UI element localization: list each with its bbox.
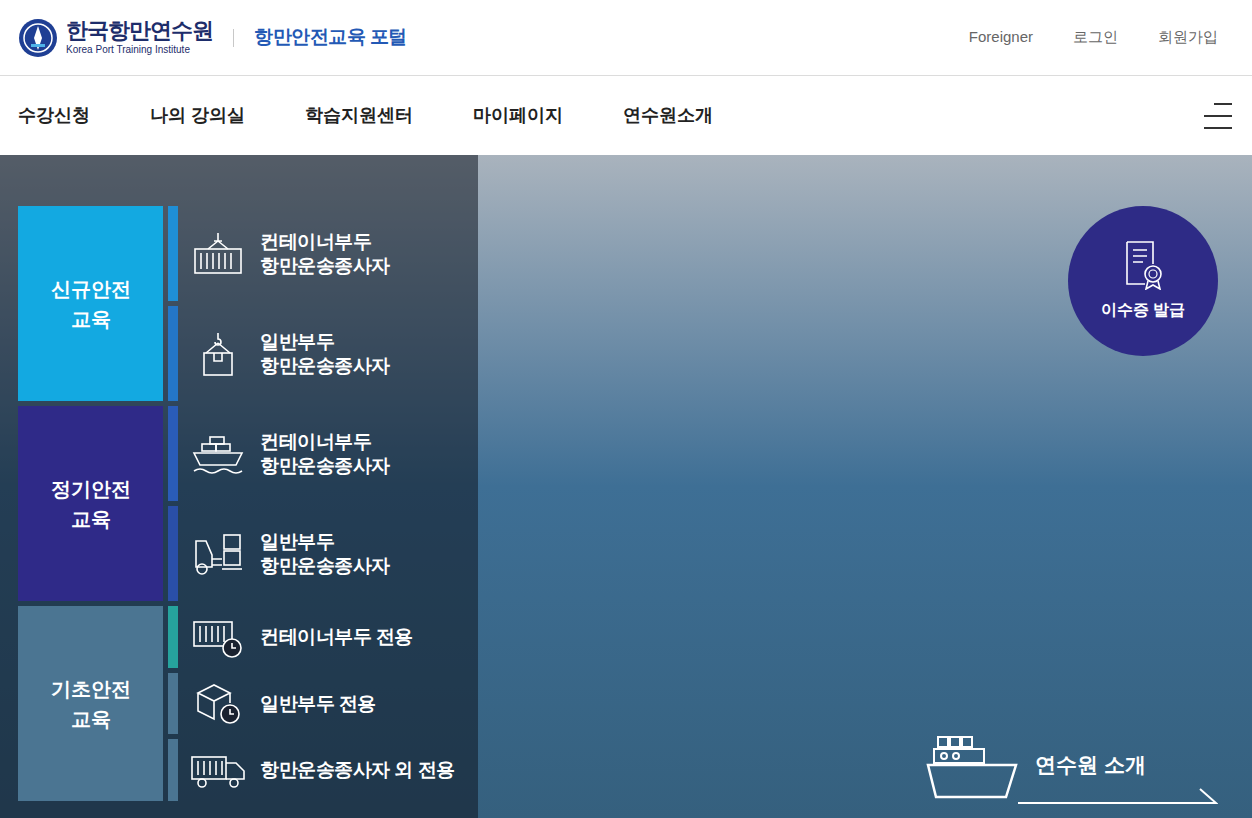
hero: 신규안전교육컨테이너부두항만운송종사자일반부두항만운송종사자정기안전교육컨테이너… — [0, 155, 1252, 818]
item-stripe — [168, 206, 178, 301]
category-group: 정기안전교육컨테이너부두항만운송종사자일반부두항만운송종사자 — [18, 406, 478, 601]
logo-subtitle: Korea Port Training Institute — [66, 45, 213, 55]
nav-item[interactable]: 학습지원센터 — [305, 102, 413, 129]
item-stripe — [168, 306, 178, 401]
item-stripe — [168, 406, 178, 501]
header-links: Foreigner 로그인 회원가입 — [969, 26, 1234, 49]
category-item[interactable]: 일반부두항만운송종사자 — [168, 506, 478, 601]
item-icon — [190, 614, 246, 660]
category-items: 컨테이너부두항만운송종사자일반부두항만운송종사자 — [168, 206, 478, 401]
header-link[interactable]: 로그인 — [1073, 26, 1118, 49]
main-nav: 수강신청 나의 강의실 학습지원센터 마이페이지 연수원소개 — [0, 76, 1252, 155]
category-item[interactable]: 컨테이너부두 전용 — [168, 606, 478, 668]
item-icon — [190, 531, 246, 577]
category-item[interactable]: 일반부두 전용 — [168, 673, 478, 735]
nav-item[interactable]: 마이페이지 — [473, 102, 563, 129]
category-menu: 신규안전교육컨테이너부두항만운송종사자일반부두항만운송종사자정기안전교육컨테이너… — [18, 206, 478, 801]
item-stripe — [168, 506, 178, 601]
item-icon — [190, 331, 246, 377]
certificate-icon — [1123, 240, 1163, 290]
intro-link[interactable]: 연수원 소개 — [926, 735, 1222, 805]
logo[interactable]: 한국항만연수원 Korea Port Training Institute — [18, 18, 213, 58]
category-label[interactable]: 정기안전교육 — [18, 406, 163, 601]
emblem-icon — [18, 18, 58, 58]
item-icon — [190, 681, 246, 727]
ship-icon — [926, 735, 1018, 801]
arrow-line — [1018, 787, 1218, 805]
category-items: 컨테이너부두항만운송종사자일반부두항만운송종사자 — [168, 406, 478, 601]
category-group: 기초안전교육컨테이너부두 전용일반부두 전용항만운송종사자 외 전용 — [18, 606, 478, 801]
category-label[interactable]: 기초안전교육 — [18, 606, 163, 801]
item-stripe — [168, 739, 178, 801]
header: 한국항만연수원 Korea Port Training Institute 항만안… — [0, 0, 1252, 76]
certificate-button[interactable]: 이수증 발급 — [1068, 206, 1218, 356]
category-items: 컨테이너부두 전용일반부두 전용항만운송종사자 외 전용 — [168, 606, 478, 801]
item-icon — [190, 747, 246, 793]
item-stripe — [168, 606, 178, 668]
menu-icon[interactable] — [1202, 102, 1234, 130]
intro-label: 연수원 소개 — [1035, 749, 1146, 781]
category-label[interactable]: 신규안전교육 — [18, 206, 163, 401]
logo-name: 한국항만연수원 — [66, 20, 213, 42]
nav-item[interactable]: 수강신청 — [18, 102, 90, 129]
divider — [233, 29, 234, 47]
portal-title[interactable]: 항만안전교육 포털 — [254, 26, 407, 47]
header-link[interactable]: Foreigner — [969, 26, 1033, 49]
item-stripe — [168, 673, 178, 735]
nav-item[interactable]: 연수원소개 — [623, 102, 713, 129]
category-group: 신규안전교육컨테이너부두항만운송종사자일반부두항만운송종사자 — [18, 206, 478, 401]
category-item[interactable]: 일반부두항만운송종사자 — [168, 306, 478, 401]
category-item[interactable]: 컨테이너부두항만운송종사자 — [168, 206, 478, 301]
item-icon — [190, 431, 246, 477]
header-link[interactable]: 회원가입 — [1158, 26, 1218, 49]
item-icon — [190, 231, 246, 277]
category-item[interactable]: 컨테이너부두항만운송종사자 — [168, 406, 478, 501]
badge-label: 이수증 발급 — [1101, 298, 1185, 322]
category-item[interactable]: 항만운송종사자 외 전용 — [168, 739, 478, 801]
nav-items: 수강신청 나의 강의실 학습지원센터 마이페이지 연수원소개 — [18, 102, 713, 129]
nav-item[interactable]: 나의 강의실 — [150, 102, 245, 129]
